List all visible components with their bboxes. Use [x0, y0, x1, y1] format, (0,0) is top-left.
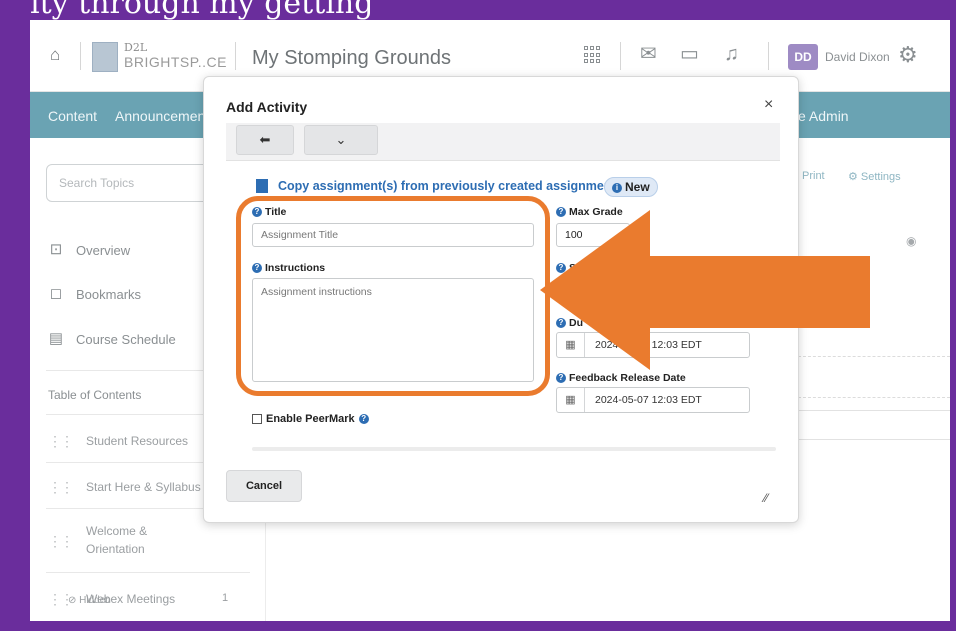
module-count-badge: 1 — [222, 592, 229, 604]
cropped-caption: ity through my getting — [30, 0, 374, 21]
drag-handle-icon[interactable]: ⋮⋮ — [48, 432, 74, 450]
hidden-label: Hidden — [79, 595, 111, 606]
gear-icon: ⚙ — [848, 171, 861, 183]
dropdown-button[interactable]: ⌄ — [304, 125, 378, 155]
new-badge-label: New — [625, 180, 650, 194]
close-icon[interactable]: × — [764, 97, 773, 113]
nav-admin[interactable]: e Admin — [798, 108, 849, 124]
drag-handle-icon[interactable]: ⋮⋮ — [48, 478, 74, 496]
chevron-down-icon: ⌄ — [335, 132, 347, 147]
brightspace-logo[interactable]: D2L BRIGHTSP..CE — [92, 38, 227, 76]
gear-icon[interactable]: ⚙ — [898, 42, 918, 68]
enable-peermark-checkbox[interactable]: Enable PeerMark? — [252, 413, 372, 425]
copy-link-text: Copy assignment(s) from previously creat… — [278, 179, 623, 193]
toc-heading: Table of Contents — [48, 388, 142, 402]
divider — [46, 572, 250, 573]
logo-text-top: D2L — [124, 41, 148, 54]
mail-icon[interactable]: ✉ — [640, 42, 657, 66]
new-badge: i New — [604, 177, 658, 197]
feedback-release-label: ? Feedback Release Date — [556, 372, 686, 384]
copy-assignments-link[interactable]: Copy assignment(s) from previously creat… — [256, 179, 623, 193]
bookmark-icon: ◻ — [49, 285, 63, 302]
arrow-left-icon: ⬅ — [259, 132, 271, 147]
sidebar-item-overview[interactable]: ⊡ Overview — [48, 242, 130, 258]
dialog-toolbar: ⬅ ⌄ — [226, 123, 780, 161]
help-icon[interactable]: ? — [556, 373, 566, 383]
nav-announcements[interactable]: Announcemen — [115, 108, 205, 124]
user-name[interactable]: David Dixon — [825, 50, 890, 64]
content-row[interactable] — [798, 410, 950, 440]
help-icon[interactable]: ? — [358, 414, 369, 424]
resize-handle-icon[interactable]: ⁄⁄ — [764, 491, 768, 505]
highlight-outline — [236, 196, 550, 396]
cancel-button[interactable]: Cancel — [226, 470, 302, 502]
feedback-date-input[interactable]: ▦ 2024-05-07 12:03 EDT — [556, 387, 750, 413]
drag-handle-icon[interactable]: ⋮⋮ — [48, 532, 74, 558]
nav-content[interactable]: Content — [48, 108, 97, 124]
divider — [620, 42, 621, 70]
sidebar-item-label: Course Schedule — [76, 331, 176, 347]
eye-icon[interactable]: ◉ — [906, 234, 916, 248]
divider — [80, 42, 81, 70]
checkbox[interactable] — [252, 414, 262, 424]
module-label: Student Resources — [86, 434, 189, 448]
annotation-arrow-icon — [540, 210, 870, 370]
divider — [235, 42, 236, 70]
divider — [768, 42, 769, 70]
calendar-icon[interactable]: ▦ — [557, 388, 585, 412]
app-grid-icon[interactable] — [584, 46, 602, 64]
sidebar-item-course-schedule[interactable]: ▤ Course Schedule — [48, 331, 176, 347]
module-student-resources[interactable]: ⋮⋮ Student Resources — [48, 432, 188, 450]
calendar-icon: ▤ — [48, 330, 64, 347]
module-label: Start Here & Syllabus — [86, 480, 201, 494]
avatar[interactable]: DD — [788, 44, 818, 70]
bell-icon[interactable]: ♫ — [724, 42, 739, 66]
dialog-title: Add Activity — [226, 99, 308, 115]
print-link[interactable]: Print — [802, 170, 825, 182]
logo-mark — [92, 42, 118, 72]
eye-slash-icon: ⊘ — [68, 595, 80, 606]
module-label: Welcome & Orientation — [86, 524, 148, 556]
module-welcome-orientation[interactable]: ⋮⋮ Welcome & Orientation — [48, 522, 147, 558]
feedback-date-value: 2024-05-07 12:03 EDT — [595, 394, 702, 406]
copy-icon — [256, 179, 268, 193]
peermark-label: Enable PeerMark — [266, 413, 355, 425]
logo-text-bottom: BRIGHTSP..CE — [124, 54, 227, 70]
back-button[interactable]: ⬅ — [236, 125, 294, 155]
info-icon: i — [612, 183, 622, 193]
feedback-label-text: Feedback Release Date — [569, 372, 686, 384]
home-icon[interactable]: ⌂ — [50, 46, 68, 64]
module-start-here[interactable]: ⋮⋮ Start Here & Syllabus — [48, 478, 201, 496]
course-title[interactable]: My Stomping Grounds — [252, 47, 451, 70]
presentation-icon: ⊡ — [49, 241, 63, 258]
chat-icon[interactable]: ▭ — [680, 42, 699, 66]
hidden-status: ⊘ Hidden — [68, 595, 111, 606]
settings-link[interactable]: ⚙ Settings — [848, 170, 901, 183]
sidebar-item-label: Bookmarks — [76, 286, 142, 302]
settings-label: Settings — [860, 171, 901, 183]
section-divider — [252, 447, 776, 451]
sidebar-item-bookmarks[interactable]: ◻ Bookmarks — [48, 286, 141, 302]
sidebar-item-label: Overview — [76, 242, 131, 258]
